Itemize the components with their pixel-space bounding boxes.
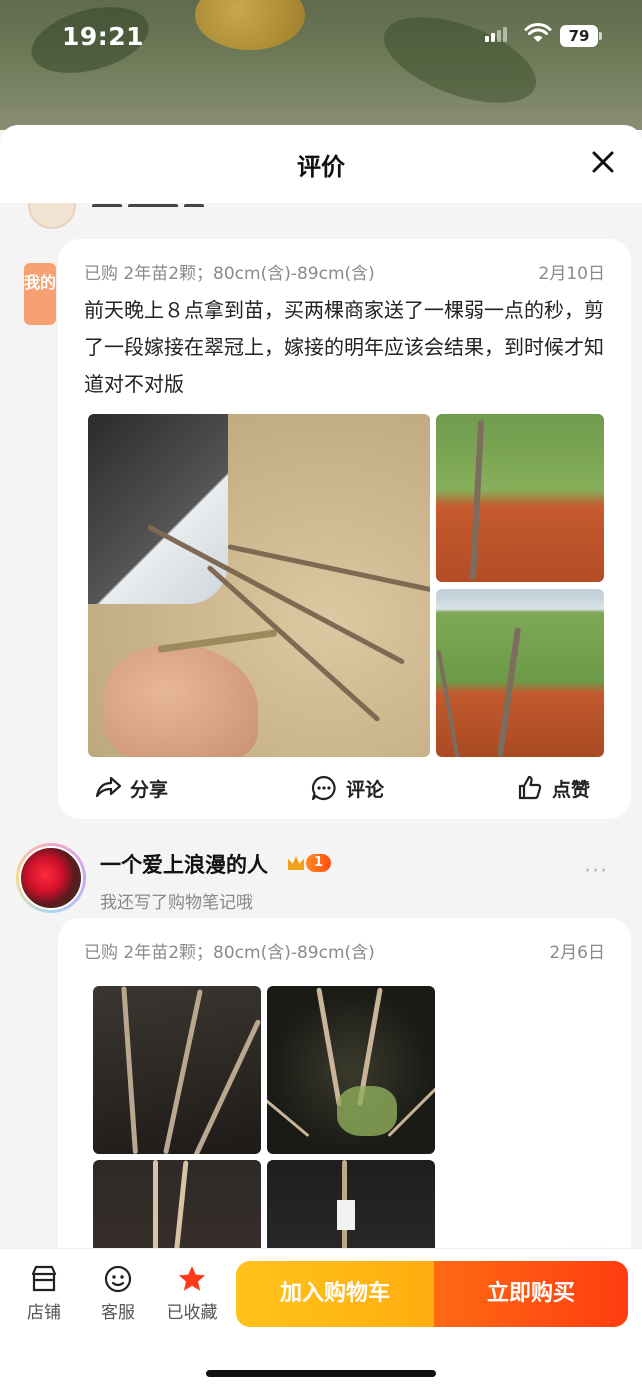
like-icon	[518, 775, 542, 800]
share-icon	[95, 776, 122, 798]
star-icon	[179, 1266, 205, 1291]
like-button[interactable]: 点赞	[516, 774, 590, 802]
partial-user-name	[92, 203, 232, 207]
more-options-icon[interactable]: ···	[584, 859, 608, 884]
service-icon	[104, 1265, 132, 1293]
comment-button[interactable]: 评论	[310, 774, 384, 802]
service-button[interactable]: 客服	[90, 1263, 146, 1323]
level-badge: 1	[288, 853, 332, 873]
home-indicator[interactable]	[206, 1370, 436, 1377]
review-photo[interactable]	[436, 414, 604, 582]
review-photo[interactable]	[93, 1160, 261, 1249]
reviews-list[interactable]: 我的 已购 2年苗2颗；80cm(含)-89cm(含) 2月10日 前天晚上８点…	[0, 203, 642, 1249]
buy-now-button[interactable]: 立即购买	[434, 1261, 628, 1327]
add-to-cart-button[interactable]: 加入购物车	[236, 1261, 434, 1327]
sheet-header: 评价	[0, 125, 642, 203]
close-button[interactable]	[588, 147, 618, 177]
bottom-action-bar: 店铺 客服 已收藏 加入购物车 立即购买	[0, 1248, 642, 1389]
shop-icon	[31, 1265, 57, 1292]
wifi-icon	[524, 23, 552, 42]
review-date: 2月10日	[538, 264, 605, 284]
shop-label: 店铺	[27, 1303, 61, 1323]
like-label: 点赞	[552, 778, 591, 801]
avatar[interactable]	[28, 203, 76, 229]
favorite-button[interactable]: 已收藏	[160, 1263, 224, 1323]
reviewer-header: 一个爱上浪漫的人 1 我还写了购物笔记哦 ···	[16, 843, 626, 913]
comment-label: 评论	[346, 778, 385, 801]
review-date: 2月6日	[549, 943, 605, 963]
avatar[interactable]	[16, 843, 86, 913]
review-photo[interactable]	[93, 986, 261, 1154]
review-card: 已购 2年苗2颗；80cm(含)-89cm(含) 2月10日 前天晚上８点拿到苗…	[58, 239, 631, 819]
share-button[interactable]: 分享	[94, 774, 168, 802]
review-text: 前天晚上８点拿到苗，买两棵商家送了一棵弱一点的秒，剪了一段嫁接在翠冠上，嫁接的明…	[84, 298, 604, 396]
battery-indicator: 79	[560, 25, 602, 47]
status-time: 19:21	[62, 22, 145, 51]
close-icon	[592, 151, 614, 173]
my-review-tab[interactable]: 我的	[24, 263, 56, 325]
comment-icon	[311, 775, 336, 801]
sheet-title: 评价	[297, 153, 345, 181]
review-actions: 分享 评论 点赞	[58, 774, 631, 810]
review-photo[interactable]	[267, 986, 435, 1154]
service-label: 客服	[101, 1303, 135, 1323]
purchase-spec: 已购 2年苗2颗；80cm(含)-89cm(含)	[84, 264, 375, 284]
purchase-spec: 已购 2年苗2颗；80cm(含)-89cm(含)	[84, 943, 375, 963]
review-photo[interactable]	[436, 589, 604, 757]
review-photo[interactable]	[88, 414, 430, 757]
review-card: 已购 2年苗2颗；80cm(含)-89cm(含) 2月6日	[58, 918, 631, 1249]
crown-icon	[288, 856, 304, 870]
status-bar: 19:21 79	[0, 0, 642, 70]
level-number: 1	[306, 854, 332, 872]
share-label: 分享	[130, 778, 169, 801]
review-photo[interactable]	[267, 1160, 435, 1249]
reviewer-name[interactable]: 一个爱上浪漫的人	[100, 849, 268, 879]
reviews-sheet: 评价 我的 已购 2年苗2颗；80cm(含)-89cm(含) 2月10日 前天晚…	[0, 125, 642, 1389]
shop-button[interactable]: 店铺	[16, 1263, 72, 1323]
favorite-label: 已收藏	[166, 1303, 218, 1323]
reviewer-subtitle[interactable]: 我还写了购物笔记哦	[100, 888, 253, 913]
